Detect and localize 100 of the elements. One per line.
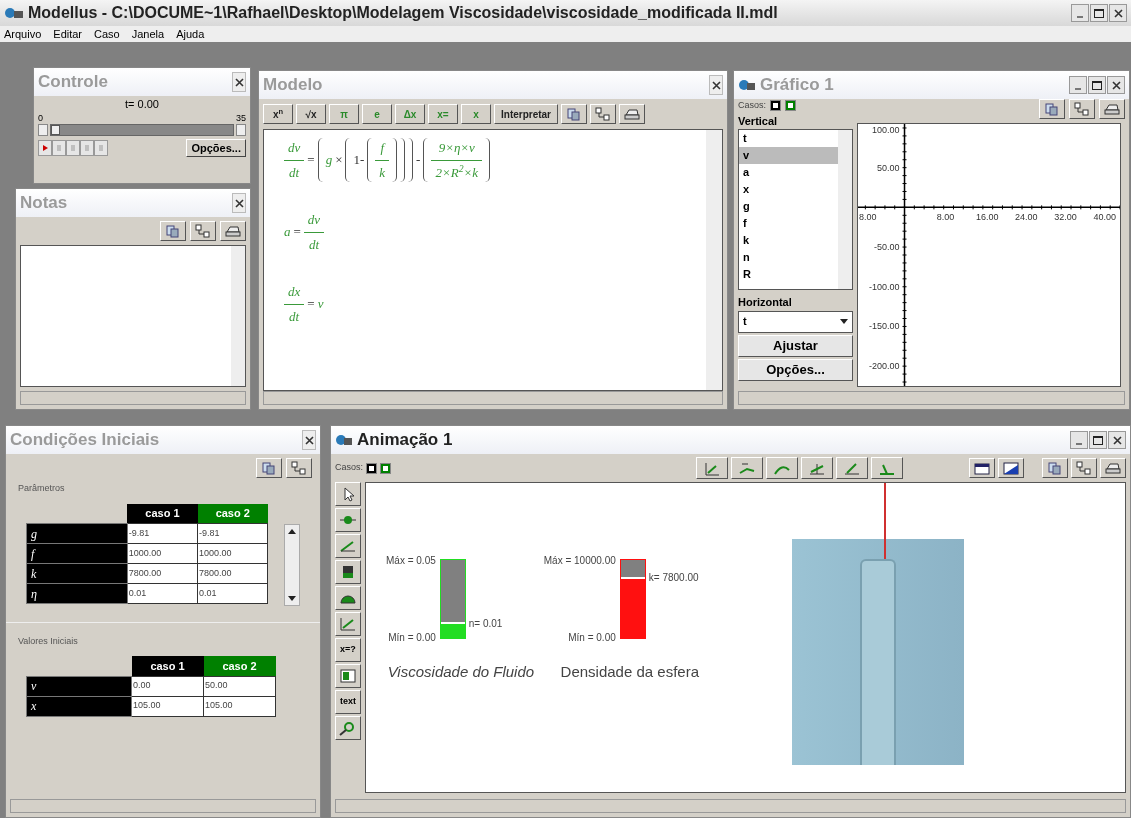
table-cell[interactable]: 0.00 (131, 676, 204, 696)
close-icon[interactable] (304, 435, 314, 445)
animation-tool-button[interactable] (335, 534, 361, 558)
print-button[interactable] (1100, 458, 1126, 478)
variable-list-item[interactable]: x (739, 181, 838, 198)
animation-tool-button[interactable] (335, 560, 361, 584)
link-button[interactable] (286, 458, 312, 478)
digital-meter-icon (339, 668, 357, 684)
variable-list-item[interactable]: v (739, 147, 838, 164)
play-button[interactable] (38, 139, 52, 156)
close-button[interactable] (709, 75, 723, 95)
math-toolbar-button[interactable]: x$^{n}$ (263, 104, 293, 124)
slider-thumb[interactable] (51, 124, 60, 135)
table-cell[interactable]: -9.81 (127, 523, 198, 544)
scrollbar[interactable] (231, 246, 245, 386)
scroll-up-icon (288, 528, 297, 534)
copy-button[interactable] (160, 221, 186, 241)
denominator: 2×R$^{2}$×k (434, 162, 480, 182)
row-header-cell: x (26, 696, 132, 716)
table-button[interactable] (969, 458, 995, 478)
value-label: k= 7800.00 (648, 570, 699, 585)
menu-item[interactable]: Caso (94, 25, 120, 43)
close-button[interactable] (1108, 431, 1126, 449)
variable-list-item[interactable]: t (739, 130, 838, 147)
plot-icon (339, 616, 357, 632)
copy-button[interactable] (561, 104, 587, 124)
graph-tool-button[interactable] (731, 457, 763, 479)
animation-tool-button[interactable] (335, 482, 361, 506)
variable-list-item[interactable]: g (739, 198, 838, 215)
image-button[interactable] (998, 458, 1024, 478)
variable-list-item[interactable]: k (739, 232, 838, 249)
operator: 1- (353, 151, 365, 170)
scrollbar[interactable] (706, 130, 722, 390)
close-icon[interactable] (1113, 8, 1123, 18)
close-button[interactable] (232, 193, 246, 213)
scrollbar[interactable] (838, 130, 852, 289)
options-button[interactable]: Opções... (186, 138, 246, 157)
link-button[interactable] (1069, 99, 1095, 119)
animation-tool-button[interactable]: text (335, 690, 361, 714)
close-button[interactable] (1107, 76, 1125, 94)
print-button[interactable] (619, 104, 645, 124)
animation-tool-button[interactable] (335, 586, 361, 610)
horizontal-select[interactable]: t (738, 310, 853, 333)
printer-icon (1104, 101, 1120, 117)
case-checkbox[interactable] (785, 100, 796, 112)
print-button[interactable] (220, 221, 246, 241)
graph-tool-button[interactable] (836, 457, 868, 479)
math-toolbar-button[interactable]: √x (296, 104, 326, 124)
graph-button[interactable]: Ajustar (738, 334, 853, 357)
graph-tool-icon (843, 460, 861, 476)
close-icon[interactable] (1111, 80, 1121, 90)
maximize-button[interactable] (1089, 431, 1107, 449)
scrollbar[interactable] (284, 523, 300, 606)
case-checkbox[interactable] (380, 462, 391, 474)
graph-tool-button[interactable] (766, 457, 798, 479)
link-button[interactable] (1071, 458, 1097, 478)
animation-tool-button[interactable] (335, 508, 361, 532)
copy-button[interactable] (1039, 99, 1065, 119)
table-cell[interactable]: -9.81 (197, 523, 268, 544)
close-button[interactable] (1109, 4, 1127, 22)
close-button[interactable] (302, 430, 316, 450)
time-slider[interactable] (50, 123, 234, 136)
minimize-button[interactable] (1069, 76, 1087, 94)
link-button[interactable] (190, 221, 216, 241)
case-checkbox[interactable] (770, 100, 781, 112)
close-icon[interactable] (711, 80, 721, 90)
menu-item[interactable]: Janela (131, 25, 165, 43)
close-icon[interactable] (1112, 435, 1122, 445)
link-icon (195, 223, 211, 239)
case-checkbox[interactable] (366, 462, 377, 474)
copy-button[interactable] (1042, 458, 1068, 478)
maximize-button[interactable] (1090, 4, 1108, 22)
app-icon (738, 78, 756, 92)
link-button[interactable] (590, 104, 616, 124)
minimize-button[interactable] (1071, 4, 1089, 22)
maximize-button[interactable] (1088, 76, 1106, 94)
graph-tool-button[interactable] (696, 457, 728, 479)
animation-tool-button[interactable] (335, 716, 361, 740)
variable-list-item[interactable]: R (739, 266, 838, 283)
graph-tool-button[interactable] (801, 457, 833, 479)
table-cell[interactable]: 50.00 (203, 676, 276, 696)
animation-tool-button[interactable]: x=? (335, 638, 361, 662)
variable-list-item[interactable]: a (739, 164, 838, 181)
close-icon[interactable] (234, 77, 244, 87)
copy-button[interactable] (256, 458, 282, 478)
graph-button[interactable]: Opções... (738, 358, 853, 381)
menu-item[interactable]: Ajuda (176, 25, 205, 43)
animation-tool-button[interactable] (335, 664, 361, 688)
animation-tool-button[interactable] (335, 612, 361, 636)
print-button[interactable] (1099, 99, 1125, 119)
close-icon[interactable] (234, 198, 244, 208)
close-button[interactable] (232, 72, 246, 92)
copy-icon (1047, 460, 1063, 476)
graph-tool-button[interactable] (871, 457, 903, 479)
variable-list-item[interactable]: f (739, 215, 838, 232)
menu-item[interactable]: Editar (53, 25, 83, 43)
math-toolbar-button[interactable]: Interpretar (494, 104, 558, 124)
menu-item[interactable]: Arquivo (4, 25, 42, 43)
variable-list-item[interactable]: n (739, 249, 838, 266)
minimize-button[interactable] (1070, 431, 1088, 449)
